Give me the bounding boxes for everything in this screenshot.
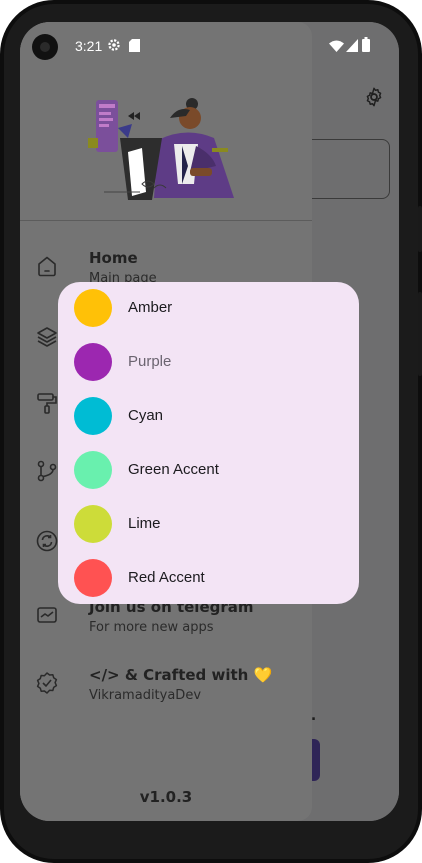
phone-frame: y. 3:21 (0, 0, 422, 863)
menu-item-subtitle: For more new apps (89, 620, 214, 635)
menu-item-credits[interactable]: </> & Crafted with 💛 VikramadityaDev (20, 664, 312, 724)
accent-color-dialog: Amber Purple Cyan Green Accent Lime Red … (58, 282, 359, 604)
color-label: Green Accent (128, 461, 219, 478)
paint-roller-icon (37, 393, 57, 414)
developer-illustration (88, 98, 234, 200)
menu-item-subtitle: VikramadityaDev (89, 688, 202, 703)
color-swatch (74, 451, 112, 489)
color-swatch (74, 559, 112, 597)
front-camera (32, 34, 58, 60)
drawer-divider (20, 220, 312, 221)
color-option-purple[interactable]: Purple (58, 336, 359, 390)
settings-status-icon (108, 39, 120, 51)
color-label: Red Accent (128, 569, 205, 586)
git-branch-icon (37, 460, 57, 482)
color-swatch (74, 397, 112, 435)
home-icon (38, 256, 56, 277)
color-swatch (74, 343, 112, 381)
verified-icon (36, 672, 58, 694)
color-swatch (74, 289, 112, 327)
battery-icon (362, 37, 370, 52)
color-swatch (74, 505, 112, 543)
sd-card-icon (129, 39, 140, 52)
color-option-red-accent[interactable]: Red Accent (58, 552, 359, 604)
menu-item-title: Home (89, 249, 138, 267)
app-version: v1.0.3 (139, 788, 193, 806)
menu-item-telegram[interactable]: Join us on telegram For more new apps (20, 596, 312, 656)
color-option-cyan[interactable]: Cyan (58, 390, 359, 444)
wifi-icon (329, 40, 344, 52)
color-label: Lime (128, 515, 161, 532)
color-label: Purple (128, 353, 172, 370)
sync-icon (36, 530, 58, 552)
color-option-green-accent[interactable]: Green Accent (58, 444, 359, 498)
telegram-icon (37, 607, 57, 623)
power-button (418, 206, 422, 252)
menu-item-title: </> & Crafted with 💛 (89, 666, 273, 684)
signal-icon (346, 39, 358, 52)
settings-gear-icon[interactable] (363, 86, 385, 108)
layers-icon (37, 327, 57, 347)
color-label: Cyan (128, 407, 164, 424)
color-label: Amber (128, 299, 173, 316)
volume-button (418, 292, 422, 376)
status-bar: 3:21 (20, 22, 399, 70)
status-time: 3:21 (75, 38, 103, 54)
color-option-amber[interactable]: Amber (58, 282, 359, 336)
color-option-lime[interactable]: Lime (58, 498, 359, 552)
